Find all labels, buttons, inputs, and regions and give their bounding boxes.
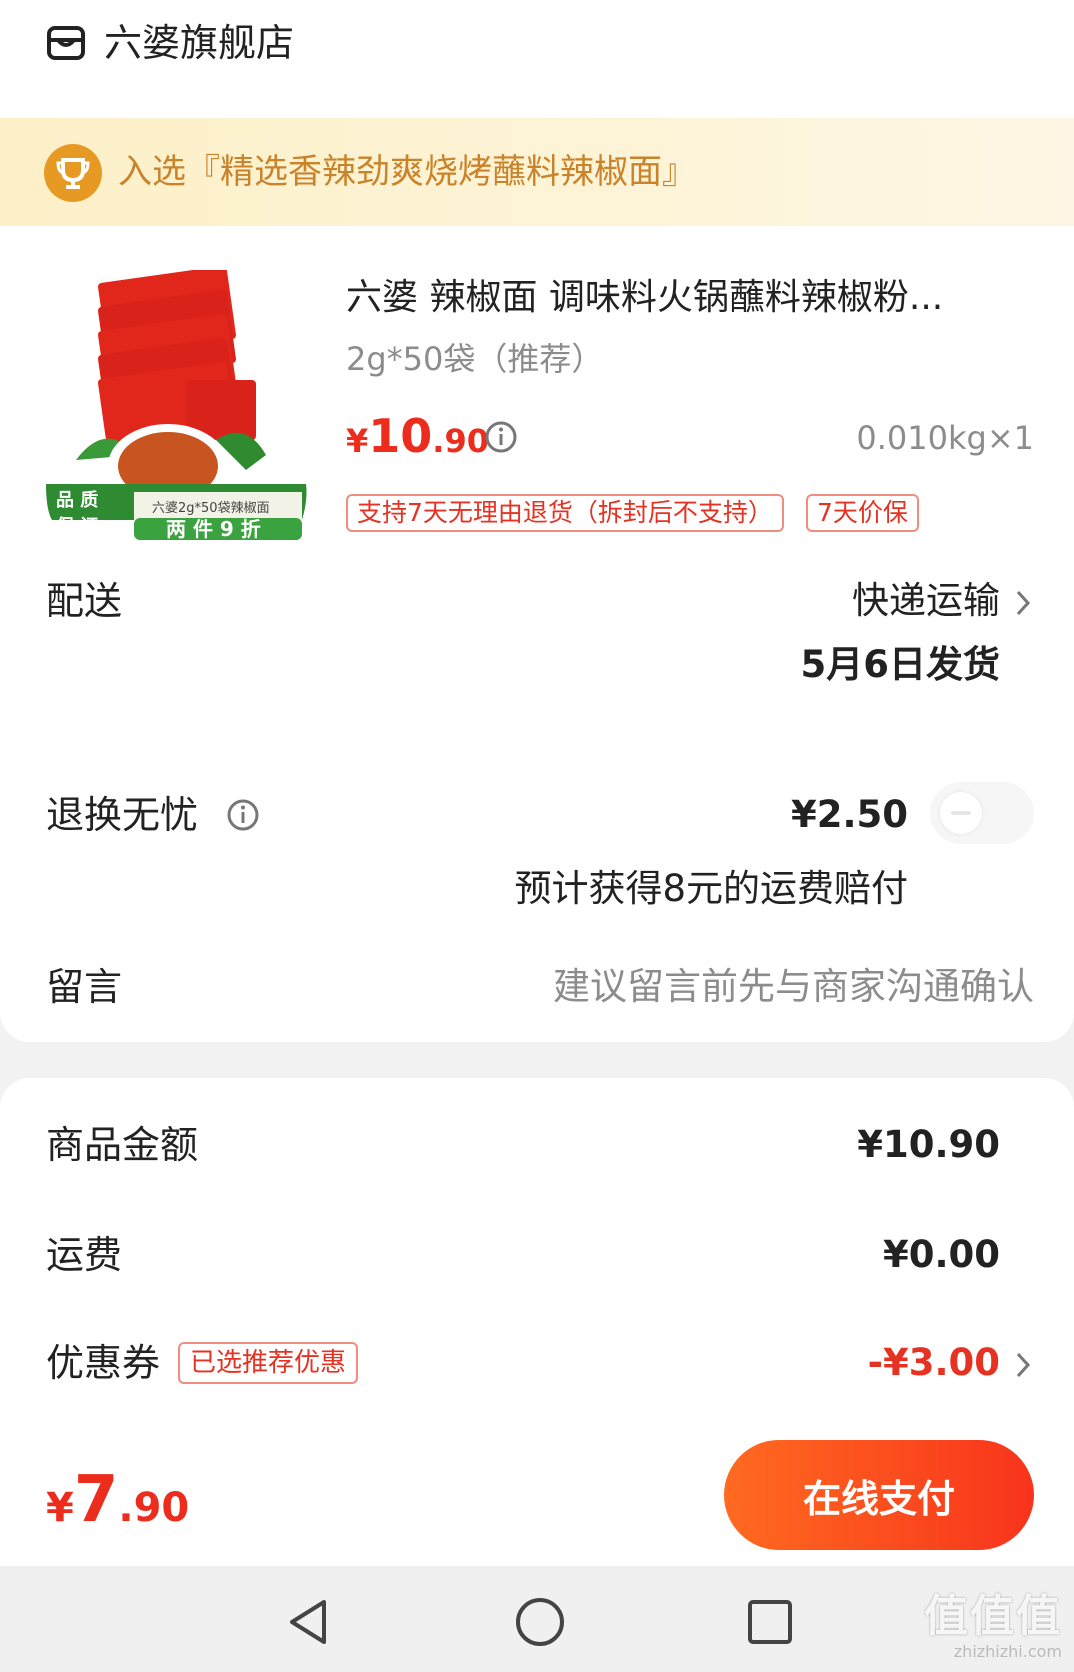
return-policy-tag: 支持7天无理由退货（拆封后不支持） xyxy=(346,494,784,532)
message-label: 留言 xyxy=(46,965,123,1009)
toggle-knob[interactable] xyxy=(940,792,982,834)
price-protect-tag: 7天价保 xyxy=(806,494,919,532)
coupon-value[interactable]: -¥3.00 xyxy=(868,1336,1000,1390)
award-text: 入选『精选香辣劲爽烧烤蘸料辣椒面』 xyxy=(118,152,696,192)
shipping-fee-label: 运费 xyxy=(46,1233,123,1277)
product-price: ¥10.90 xyxy=(346,408,489,475)
total-currency: ¥ xyxy=(46,1485,74,1531)
trophy-icon xyxy=(44,144,102,202)
price-decimal: .90 xyxy=(432,422,489,460)
goods-amount-label: 商品金额 xyxy=(46,1123,199,1167)
price-info-icon[interactable] xyxy=(484,420,518,454)
product-title[interactable]: 六婆 辣椒面 调味料火锅蘸料辣椒粉... xyxy=(346,270,1026,326)
svg-text:两 件 9 折: 两 件 9 折 xyxy=(166,517,261,540)
coupon-label: 优惠券 xyxy=(46,1341,161,1385)
product-image[interactable]: 品 质 保 证 六婆2g*50袋辣椒面 两 件 9 折 xyxy=(46,265,310,541)
total-integer: 7 xyxy=(73,1463,119,1537)
price-currency: ¥ xyxy=(346,422,369,460)
message-input[interactable]: 建议留言前先与商家沟通确认 xyxy=(553,960,1034,1014)
svg-text:六婆2g*50袋辣椒面: 六婆2g*50袋辣椒面 xyxy=(152,501,270,516)
svg-text:保 证: 保 证 xyxy=(55,515,98,537)
total-price: ¥7.90 xyxy=(46,1462,189,1554)
ship-date: 5月6日发货 xyxy=(800,643,1001,686)
store-name[interactable]: 六婆旗舰店 xyxy=(104,18,294,68)
back-icon[interactable] xyxy=(284,1596,336,1648)
watermark-url: zhizhizhi.com xyxy=(953,1642,1062,1661)
store-header[interactable]: 六婆旗舰店 xyxy=(0,0,1074,118)
delivery-method[interactable]: 快递运输 xyxy=(852,574,1000,628)
svg-text:品 质: 品 质 xyxy=(56,490,98,511)
return-insurance-note: 预计获得8元的运费赔付 xyxy=(514,867,908,910)
coupon-badge: 已选推荐优惠 xyxy=(178,1342,359,1384)
price-integer: 10 xyxy=(368,409,433,463)
delivery-label: 配送 xyxy=(46,579,123,623)
watermark: 值值值 xyxy=(924,1591,1062,1642)
return-insurance-label: 退换无忧 xyxy=(46,793,199,837)
chevron-right-icon[interactable] xyxy=(1014,1350,1032,1380)
total-decimal: .90 xyxy=(118,1485,190,1531)
home-icon[interactable] xyxy=(514,1596,566,1648)
store-icon xyxy=(47,26,85,60)
chevron-right-icon[interactable] xyxy=(1014,588,1032,618)
return-insurance-info-icon[interactable] xyxy=(226,798,260,832)
return-insurance-price: ¥2.50 xyxy=(790,793,908,836)
shipping-fee-value: ¥0.00 xyxy=(882,1233,1000,1276)
pay-online-button[interactable]: 在线支付 xyxy=(724,1440,1034,1550)
weight-quantity: 0.010kg×1 xyxy=(856,419,1034,457)
product-spec[interactable]: 2g*50袋（推荐） xyxy=(346,334,603,384)
recents-icon[interactable] xyxy=(744,1596,796,1648)
goods-amount-value: ¥10.90 xyxy=(857,1123,1000,1166)
